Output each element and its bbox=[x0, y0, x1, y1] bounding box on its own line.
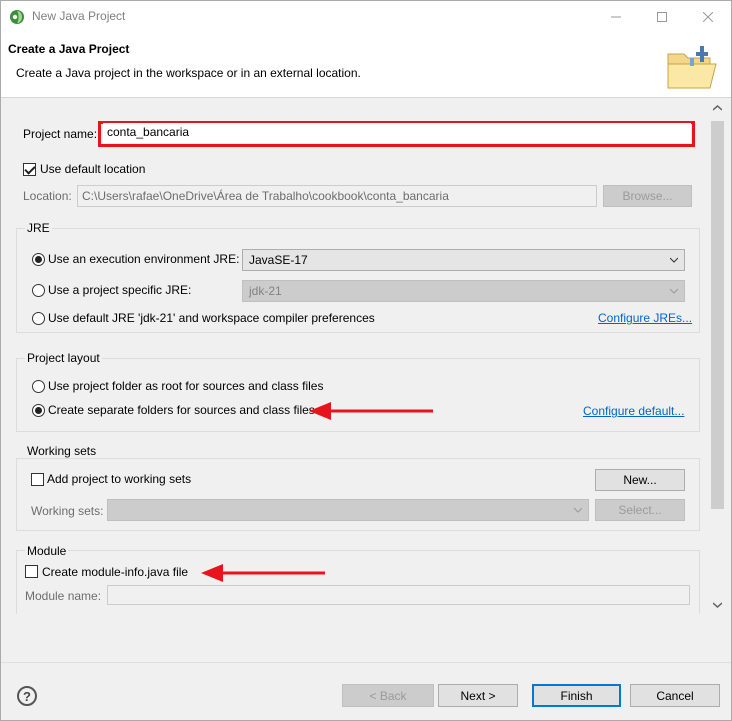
title-bar: New Java Project bbox=[1, 1, 731, 32]
layout-root-label: Use project folder as root for sources a… bbox=[48, 379, 324, 393]
create-module-info-checkbox[interactable] bbox=[25, 565, 38, 578]
project-specific-jre-select[interactable]: jdk-21 bbox=[242, 280, 685, 302]
use-default-location-checkbox[interactable] bbox=[23, 163, 36, 176]
next-button[interactable]: Next > bbox=[438, 684, 518, 707]
scroll-up-icon[interactable] bbox=[713, 105, 722, 111]
jre-execution-env-radio[interactable] bbox=[32, 253, 45, 266]
jre-project-specific-label: Use a project specific JRE: bbox=[48, 283, 192, 297]
working-sets-select[interactable] bbox=[107, 499, 589, 521]
close-button[interactable] bbox=[685, 1, 731, 32]
project-name-input[interactable]: conta_bancaria bbox=[103, 123, 691, 143]
working-sets-label: Working sets: bbox=[31, 504, 104, 518]
execution-env-value: JavaSE-17 bbox=[249, 253, 308, 267]
jre-project-specific-radio[interactable] bbox=[32, 284, 45, 297]
scroll-down-icon[interactable] bbox=[713, 602, 722, 608]
location-input[interactable]: C:\Users\rafae\OneDrive\Área de Trabalho… bbox=[77, 185, 597, 207]
configure-jres-link[interactable]: Configure JREs... bbox=[598, 311, 692, 325]
wizard-description: Create a Java project in the workspace o… bbox=[16, 66, 361, 80]
annotation-arrow bbox=[309, 402, 433, 420]
jre-default-radio[interactable] bbox=[32, 312, 45, 325]
new-java-project-dialog: New Java Project Create a Java Project C… bbox=[0, 0, 732, 721]
location-label: Location: bbox=[23, 189, 72, 203]
module-name-label: Module name: bbox=[25, 589, 102, 603]
create-module-info-label: Create module-info.java file bbox=[42, 565, 189, 579]
chevron-down-icon bbox=[670, 288, 678, 294]
minimize-button[interactable] bbox=[593, 1, 639, 32]
close-icon bbox=[703, 11, 713, 22]
jre-default-label: Use default JRE 'jdk-21' and workspace c… bbox=[48, 311, 375, 325]
layout-separate-radio[interactable] bbox=[32, 404, 45, 417]
jre-group-title: JRE bbox=[25, 221, 52, 235]
help-icon[interactable]: ? bbox=[17, 686, 37, 706]
maximize-icon bbox=[657, 11, 667, 22]
wizard-title: Create a Java Project bbox=[8, 42, 130, 56]
maximize-button[interactable] bbox=[639, 1, 685, 32]
jre-execution-env-label: Use an execution environment JRE: bbox=[48, 252, 240, 266]
scrollbar-thumb[interactable] bbox=[711, 121, 724, 509]
add-to-working-sets-checkbox[interactable] bbox=[31, 473, 44, 486]
window-title: New Java Project bbox=[32, 9, 126, 23]
use-default-location-label: Use default location bbox=[40, 162, 146, 176]
chevron-down-icon bbox=[574, 507, 582, 513]
project-name-label-text: Project name: bbox=[23, 127, 98, 141]
configure-default-link[interactable]: Configure default... bbox=[583, 404, 684, 418]
browse-button[interactable]: Browse... bbox=[603, 185, 692, 207]
add-to-working-sets-label: Add project to working sets bbox=[47, 472, 192, 486]
module-group-title: Module bbox=[25, 544, 69, 558]
back-button[interactable]: < Back bbox=[342, 684, 434, 707]
project-specific-jre-value: jdk-21 bbox=[249, 284, 282, 298]
project-layout-group-title: Project layout bbox=[25, 351, 102, 365]
cancel-button[interactable]: Cancel bbox=[630, 684, 720, 707]
module-name-input[interactable] bbox=[107, 585, 690, 605]
finish-button[interactable]: Finish bbox=[532, 684, 621, 707]
chevron-down-icon bbox=[670, 257, 678, 263]
java-project-folder-icon bbox=[667, 46, 717, 89]
layout-separate-label: Create separate folders for sources and … bbox=[48, 403, 315, 417]
minimize-icon bbox=[611, 16, 621, 17]
project-name-label: Project name: bbox=[23, 127, 97, 141]
vertical-scrollbar[interactable] bbox=[709, 99, 726, 614]
layout-root-radio[interactable] bbox=[32, 380, 45, 393]
footer-separator bbox=[1, 662, 731, 663]
new-working-set-button[interactable]: New... bbox=[595, 469, 685, 491]
wizard-content: Project name: conta_bancaria Use default… bbox=[1, 99, 731, 614]
eclipse-icon bbox=[10, 10, 24, 24]
wizard-banner: Create a Java Project Create a Java proj… bbox=[1, 32, 731, 98]
annotation-arrow bbox=[201, 564, 325, 582]
select-working-sets-button[interactable]: Select... bbox=[595, 499, 685, 521]
execution-env-select[interactable]: JavaSE-17 bbox=[242, 249, 685, 271]
working-sets-group-title: Working sets bbox=[25, 444, 99, 458]
